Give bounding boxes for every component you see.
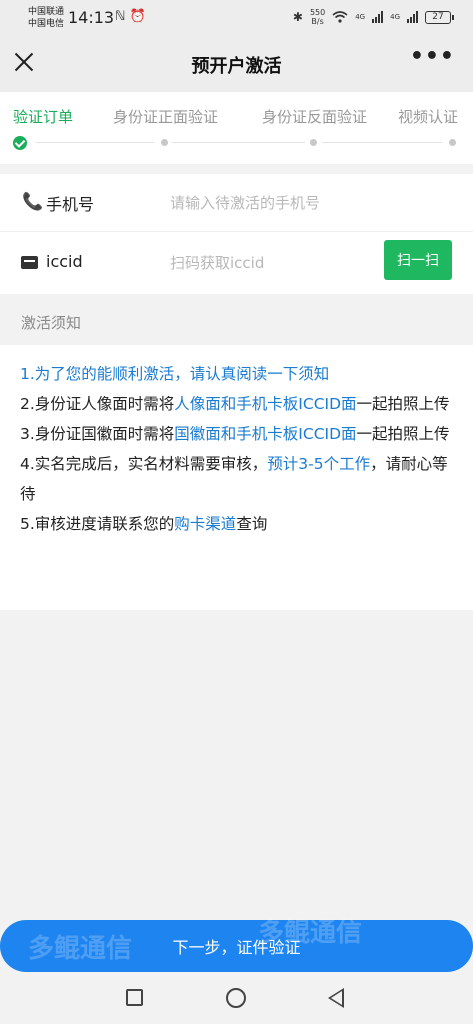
back-icon[interactable]	[328, 988, 344, 1008]
watermark: 多鲲通信	[258, 918, 363, 948]
activation-form: 📞 手机号 iccid 扫一扫	[0, 174, 473, 294]
notice-line-2: 2.身份证人像面时需将人像面和手机卡板ICCID面一起拍照上传	[20, 389, 453, 419]
step-connector	[36, 142, 154, 143]
notice-text: 一起拍照上传	[356, 425, 450, 443]
notice-line-3: 3.身份证国徽面时需将国徽面和手机卡板ICCID面一起拍照上传	[20, 419, 453, 449]
step-id-back: 身份证反面验证	[262, 108, 368, 126]
more-options-button[interactable]: •••	[410, 46, 455, 68]
step-id-front: 身份证正面验证	[113, 108, 219, 126]
notice-text: 4.实名完成后，实名材料需要审核，	[20, 455, 268, 473]
network-type-1: 4G	[355, 13, 366, 21]
phone-icon: 📞	[22, 192, 44, 212]
notice-line-1: 1.为了您的能顺利激活，请认真阅读一下须知	[20, 365, 330, 383]
signal-icon-2	[407, 11, 418, 23]
status-indicators: ✱ 550 B/s 4G 4G 27	[292, 8, 454, 26]
clock: 14:13	[68, 8, 115, 27]
notice-highlight: 人像面和手机卡板ICCID面	[174, 395, 357, 413]
phone-row: 📞 手机号	[0, 174, 473, 232]
carrier-1: 中国联通	[28, 7, 65, 17]
iccid-row: iccid 扫一扫	[0, 232, 473, 294]
notice-line-5: 5.审核进度请联系您的购卡渠道查询	[20, 509, 453, 539]
recent-apps-icon[interactable]	[126, 989, 143, 1006]
notice-text: 2.身份证人像面时需将	[20, 395, 175, 413]
app-header: 预开户激活 •••	[0, 36, 473, 92]
notice-text: 5.审核进度请联系您的	[20, 515, 175, 533]
network-speed: 550 B/s	[310, 8, 325, 26]
wifi-icon	[332, 11, 348, 23]
step-progress: 验证订单 身份证正面验证 身份证反面验证 视频认证	[0, 92, 473, 164]
speed-unit: B/s	[311, 17, 324, 26]
card-icon	[21, 256, 38, 269]
system-nav-bar	[0, 972, 473, 1024]
home-icon[interactable]	[226, 988, 246, 1008]
notice-line-4: 4.实名完成后，实名材料需要审核，预计3-5个工作，请耐心等待	[20, 449, 453, 509]
bluetooth-icon: ✱	[292, 10, 303, 24]
notice-text: 3.身份证国徽面时需将	[20, 425, 175, 443]
step-dot	[449, 139, 456, 146]
carrier-info: 中国联通 中国电信	[28, 6, 64, 30]
status-bar: 中国联通 中国电信 14:13 ℕ ⏰ ✱ 550 B/s 4G 4G 27	[0, 0, 473, 36]
step-connector	[322, 142, 442, 143]
step-verify-order: 验证订单	[13, 108, 74, 126]
step-video: 视频认证	[398, 108, 459, 126]
carrier-2: 中国电信	[28, 19, 65, 29]
notice-highlight: 购卡渠道	[174, 515, 237, 533]
step-connector	[172, 142, 305, 143]
notice-highlight: 国徽面和手机卡板ICCID面	[174, 425, 357, 443]
page-title: 预开户激活	[191, 56, 282, 77]
iccid-label: iccid	[46, 252, 83, 271]
check-icon	[13, 136, 27, 150]
iccid-input[interactable]	[170, 246, 370, 280]
signal-icon	[372, 11, 384, 23]
notice-title: 激活须知	[21, 314, 82, 332]
network-type-2: 4G	[390, 13, 400, 21]
phone-label: 手机号	[46, 195, 95, 214]
battery-icon: 27	[425, 10, 454, 24]
watermark: 多鲲通信	[28, 934, 133, 964]
scan-button[interactable]: 扫一扫	[384, 240, 452, 280]
step-dot	[161, 139, 168, 146]
notice-highlight: 预计3-5个工作	[267, 455, 371, 473]
phone-input[interactable]	[170, 186, 450, 220]
notice-panel: 1.为了您的能顺利激活，请认真阅读一下须知 2.身份证人像面时需将人像面和手机卡…	[0, 345, 473, 610]
notice-text: 一起拍照上传	[356, 395, 450, 413]
notification-icons: ℕ ⏰	[115, 9, 146, 24]
speed-value: 550	[309, 8, 326, 17]
step-dot	[310, 139, 317, 146]
notice-text: 查询	[236, 515, 268, 533]
